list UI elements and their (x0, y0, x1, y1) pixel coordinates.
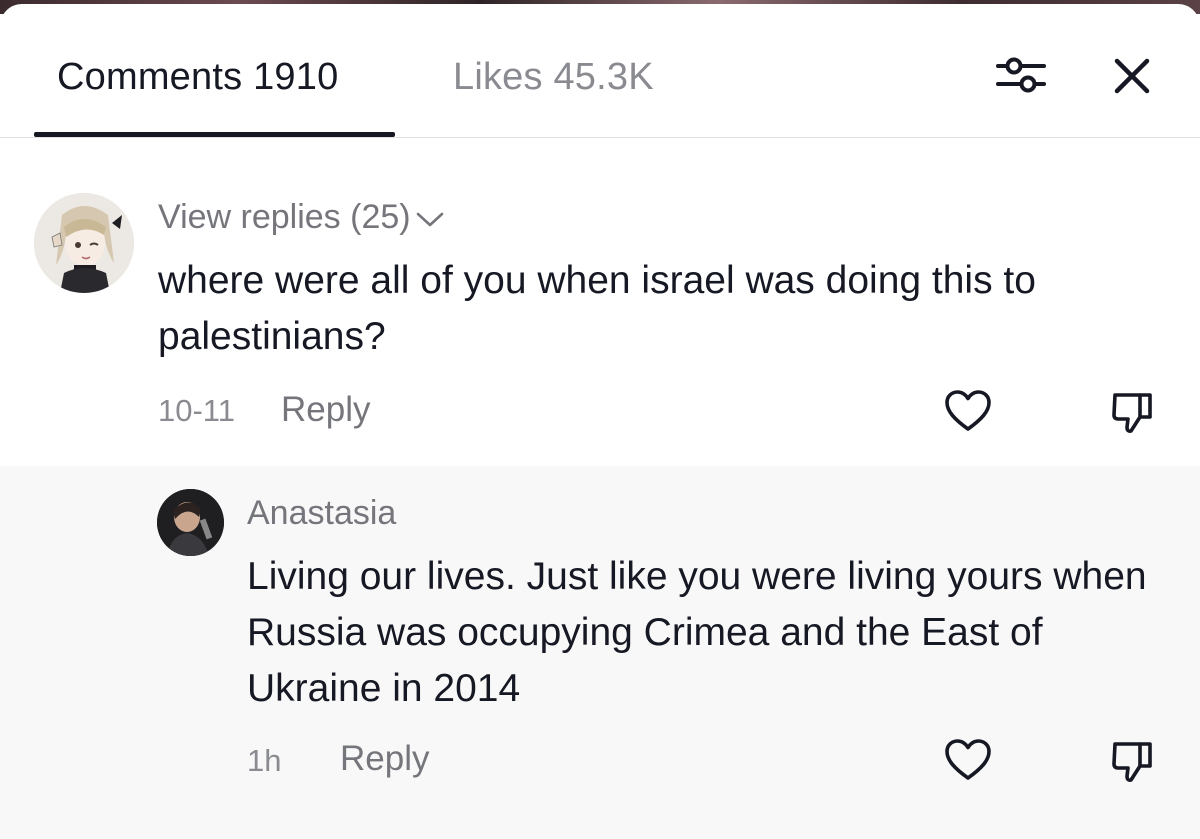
chevron-down-icon (416, 212, 443, 227)
sliders-icon (996, 57, 1046, 93)
dislike-button[interactable] (1110, 389, 1154, 435)
filter-button[interactable] (994, 52, 1048, 98)
reply-username[interactable]: Anastasia (247, 494, 396, 533)
view-replies-label: View replies (25) (158, 198, 411, 236)
reply-button[interactable]: Reply (340, 739, 429, 779)
tab-comments[interactable]: Comments 1910 (57, 56, 338, 99)
reply-date: 1h (247, 743, 282, 778)
close-icon (1114, 58, 1150, 94)
avatar[interactable] (157, 489, 224, 556)
avatar[interactable] (34, 193, 134, 293)
like-button[interactable] (944, 738, 992, 782)
tab-likes[interactable]: Likes 45.3K (453, 56, 654, 99)
like-button[interactable] (944, 389, 992, 433)
reply-text: Living our lives. Just like you were liv… (247, 555, 1147, 710)
thumbs-down-icon (1112, 393, 1152, 433)
profile-photo-avatar-image (157, 489, 224, 556)
heart-icon (945, 390, 991, 431)
close-button[interactable] (1110, 54, 1154, 98)
anime-girl-avatar-image (34, 193, 134, 293)
comment-text: where were all of you when israel was do… (158, 259, 1036, 358)
thumbs-down-icon (1112, 742, 1152, 782)
header-divider (0, 137, 1200, 138)
view-replies-button[interactable]: View replies (25) (158, 198, 445, 237)
comment-date: 10-11 (158, 393, 235, 428)
reply-button[interactable]: Reply (281, 390, 370, 430)
dislike-button[interactable] (1110, 738, 1154, 784)
heart-icon (945, 739, 991, 780)
